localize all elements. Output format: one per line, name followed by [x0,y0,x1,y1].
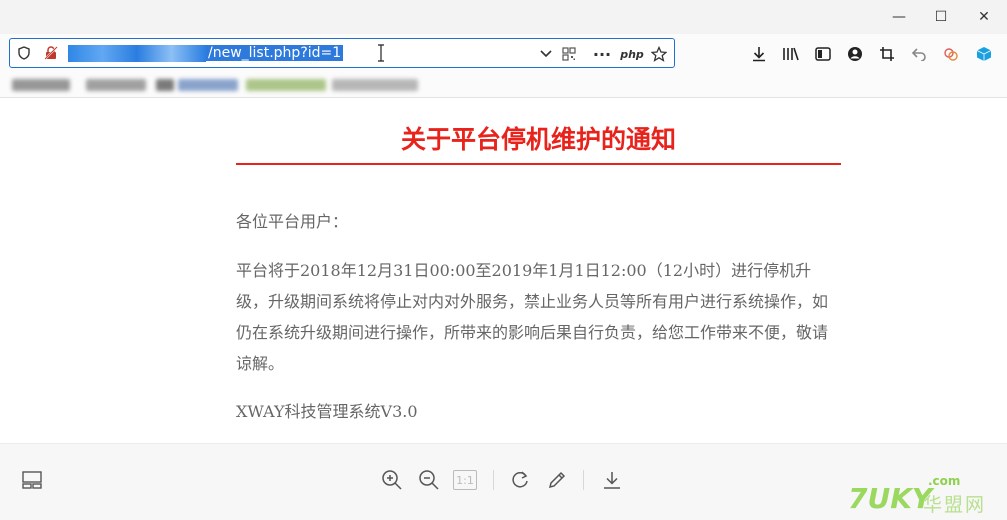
edit-pencil-icon[interactable] [545,468,569,492]
watermark-cn-name: 华盟网 [923,494,987,516]
bookmark-item[interactable] [246,79,326,91]
bookmark-item[interactable] [156,79,174,91]
notice-greeting: 各位平台用户： [236,212,349,231]
notice-signature: XWAY科技管理系统V3.0 [236,402,418,421]
zoom-in-icon[interactable] [380,468,404,492]
download-image-icon[interactable] [600,468,624,492]
bookmarks-toolbar [0,72,1007,98]
rotate-icon[interactable] [508,468,532,492]
download-icon[interactable] [748,43,770,65]
more-actions-icon[interactable]: ··· [592,44,612,64]
screenshot-crop-icon[interactable] [876,43,898,65]
minimize-button[interactable]: — [876,0,922,34]
page-content: 关于平台停机维护的通知 各位平台用户： 平台将于2018年12月31日00:00… [0,98,1007,443]
library-icon[interactable] [780,43,802,65]
php-extension-icon[interactable]: php [620,44,644,64]
qr-code-icon[interactable] [560,44,578,64]
viewer-toolbar: 1:1 .com 7UKY 华盟网 [0,443,1007,520]
insecure-connection-icon[interactable] [43,45,59,61]
notice-body: 平台将于2018年12月31日00:00至2019年1月1日12:00（12小时… [236,261,829,373]
site-watermark: .com 7UKY 华盟网 [848,474,998,516]
page-title: 关于平台停机维护的通知 [400,125,676,154]
close-window-button[interactable]: ✕ [961,0,1007,34]
url-text[interactable]: /new_list.php?id=1 [68,44,344,63]
back-arrow-icon[interactable] [908,43,930,65]
close-icon: ✕ [978,9,990,25]
navigation-toolbar: /new_list.php?id=1 ··· php [0,34,1007,72]
bookmark-item[interactable] [86,79,146,91]
bookmark-item[interactable] [178,79,238,91]
title-divider [236,163,841,165]
shield-icon[interactable] [16,45,32,61]
bookmark-item[interactable] [332,79,418,91]
window-titlebar: — ☐ ✕ [0,0,1007,34]
toolbar-separator [583,470,584,490]
address-bar[interactable]: /new_list.php?id=1 ··· php [9,38,675,68]
url-blurred-domain [68,44,206,62]
watermark-logo: 7UKY [848,482,933,515]
watermark-domain-suffix: .com [928,474,961,488]
chevron-down-icon[interactable] [537,44,555,64]
actual-size-button[interactable]: 1:1 [453,470,477,490]
bookmark-star-icon[interactable] [650,44,668,64]
extension-cube-icon[interactable] [973,43,995,65]
sidebar-icon[interactable] [812,43,834,65]
maximize-icon: ☐ [934,9,948,25]
bookmark-item[interactable] [12,79,70,91]
zoom-out-icon[interactable] [417,468,441,492]
minimize-icon: — [892,9,906,25]
account-icon[interactable] [844,43,866,65]
toolbar-separator [493,470,494,490]
extension-circles-icon[interactable] [940,43,962,65]
maximize-button[interactable]: ☐ [918,0,964,34]
url-path: /new_list.php?id=1 [206,45,344,61]
text-cursor-icon [377,44,387,63]
thumbnail-panel-icon[interactable] [20,468,44,492]
